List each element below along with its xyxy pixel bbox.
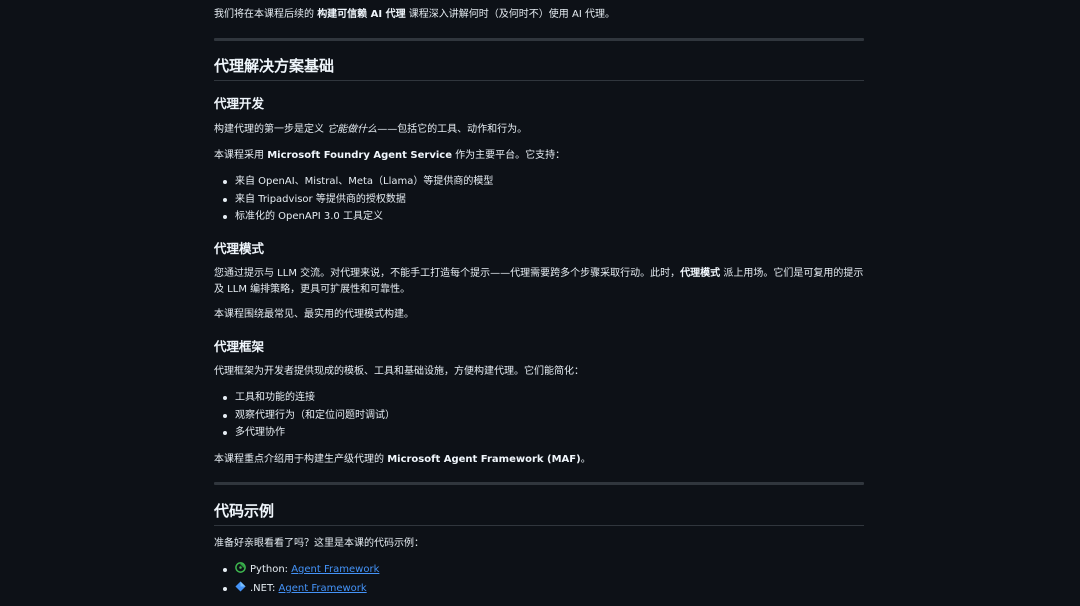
dotnet-agent-framework-link[interactable]: Agent Framework (279, 583, 367, 594)
list-item: .NET: Agent Framework (214, 580, 864, 599)
frameworks-paragraph-1: 代理框架为开发者提供现成的模板、工具和基础设施，方便构建代理。它们能简化： (214, 366, 584, 377)
code-links-list: Python: Agent Framework .NET: Agent Fram… (214, 561, 864, 598)
section-heading-basics: 代理解决方案基础 (214, 55, 864, 81)
section-heading-code-samples: 代码示例 (214, 500, 864, 526)
subheading-agent-patterns: 代理模式 (214, 241, 265, 256)
frameworks-feature-list: 工具和功能的连接 观察代理行为（和定位问题时调试） 多代理协作 (214, 389, 864, 442)
divider (214, 38, 864, 41)
list-item: 标准化的 OpenAPI 3.0 工具定义 (214, 208, 864, 226)
list-item: 多代理协作 (214, 424, 864, 442)
readme-page: 我们将在本课程后续的 构建可信赖 AI 代理 课程深入讲解何时（及何时不）使用 … (0, 0, 1080, 606)
list-item: 来自 Tripadvisor 等提供商的授权数据 (214, 191, 864, 209)
dev-paragraph-2: 本课程采用 Microsoft Foundry Agent Service 作为… (214, 150, 566, 161)
dotnet-diamond-icon (235, 580, 246, 599)
frameworks-paragraph-2: 本课程重点介绍用于构建生产级代理的 Microsoft Agent Framew… (214, 454, 591, 465)
divider (214, 482, 864, 485)
python-agent-framework-link[interactable]: Agent Framework (291, 564, 379, 575)
intro-bold: 构建可信赖 AI 代理 (317, 9, 406, 20)
list-item: 来自 OpenAI、Mistral、Meta（Llama）等提供商的模型 (214, 173, 864, 191)
dev-paragraph-1: 构建代理的第一步是定义 它能做什么——包括它的工具、动作和行为。 (214, 124, 528, 135)
list-item: 观察代理行为（和定位问题时调试） (214, 407, 864, 425)
patterns-paragraph-1: 您通过提示与 LLM 交流。对代理来说，不能手工打造每个提示——代理需要跨多个步… (214, 268, 864, 295)
subheading-agent-development: 代理开发 (214, 96, 265, 111)
dev-feature-list: 来自 OpenAI、Mistral、Meta（Llama）等提供商的模型 来自 … (214, 173, 864, 226)
patterns-paragraph-2: 本课程围绕最常见、最实用的代理模式构建。 (214, 309, 414, 320)
intro-paragraph: 我们将在本课程后续的 构建可信赖 AI 代理 课程深入讲解何时（及何时不）使用 … (214, 9, 615, 20)
list-item: Python: Agent Framework (214, 561, 864, 580)
python-icon (235, 562, 246, 580)
list-item: 工具和功能的连接 (214, 389, 864, 407)
code-paragraph-1: 准备好亲眼看看了吗？这里是本课的代码示例： (214, 538, 424, 549)
subheading-agent-frameworks: 代理框架 (214, 339, 265, 354)
